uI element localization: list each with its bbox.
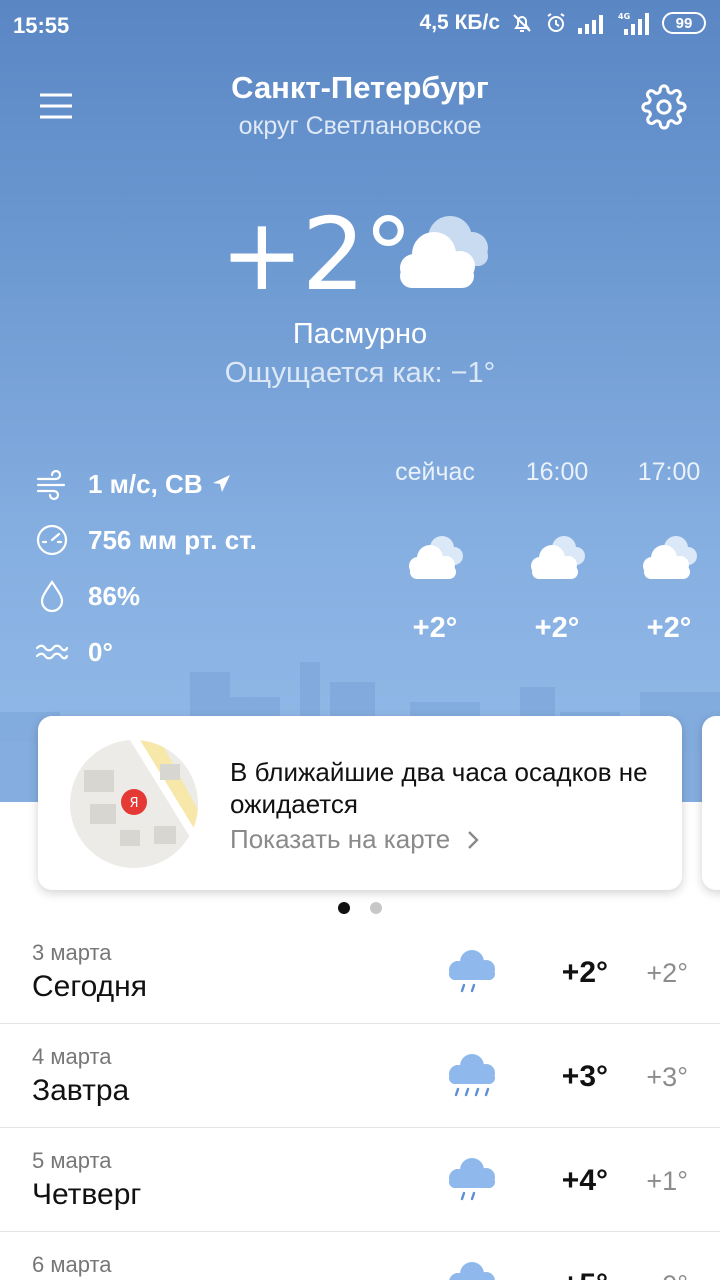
weather-params: 1 м/с, СВ 756 мм рт. ст. 86% 0° bbox=[34, 456, 257, 680]
day-name: Завтра bbox=[32, 1074, 130, 1107]
status-bar: 15:55 4,5 КБ/с 4G 99 bbox=[0, 0, 720, 50]
pressure-value: 756 мм рт. ст. bbox=[88, 524, 257, 555]
day-min-temp: +3° bbox=[646, 1062, 688, 1092]
hourly-item[interactable]: 16:00 +2° bbox=[502, 458, 612, 645]
day-max-temp: +3° bbox=[561, 1060, 608, 1093]
pressure-param: 756 мм рт. ст. bbox=[34, 512, 257, 568]
forecast-day-row[interactable]: 6 марта +5° 0° bbox=[0, 1232, 720, 1280]
cloudy-icon bbox=[643, 536, 697, 579]
chevron-right-icon bbox=[468, 830, 479, 849]
signal-icon bbox=[578, 15, 603, 34]
wind-direction-icon bbox=[212, 475, 230, 492]
day-date: 6 марта bbox=[32, 1252, 112, 1277]
pager-dot[interactable] bbox=[370, 902, 382, 914]
wind-value: 1 м/с, СВ bbox=[88, 468, 203, 499]
forecast-day-row[interactable]: 5 марта Четверг +4° +1° bbox=[0, 1128, 720, 1232]
day-min-temp: +2° bbox=[646, 958, 688, 988]
district-name[interactable]: округ Светлановское bbox=[0, 112, 720, 141]
droplet-icon bbox=[40, 580, 64, 613]
hour-label: сейчас bbox=[395, 458, 475, 486]
hour-temperature: +2° bbox=[646, 612, 692, 644]
battery-level: 99 bbox=[675, 14, 693, 32]
current-temperature: +2° bbox=[220, 196, 413, 313]
water-waves-icon bbox=[35, 644, 69, 660]
hour-temperature: +2° bbox=[534, 612, 580, 644]
hour-label: 16:00 bbox=[525, 458, 589, 486]
day-name: Четверг bbox=[32, 1178, 142, 1211]
map-thumbnail[interactable]: Я bbox=[70, 740, 198, 868]
water-temp-value: 0° bbox=[88, 636, 113, 667]
forecast-day-row[interactable]: 4 марта Завтра +3° +3° bbox=[0, 1024, 720, 1128]
pressure-gauge-icon bbox=[36, 524, 68, 556]
day-name: Сегодня bbox=[32, 970, 147, 1003]
hour-label: 17:00 bbox=[637, 458, 701, 486]
show-on-map-link[interactable]: Показать на карте bbox=[230, 824, 480, 855]
signal-4g-icon: 4G bbox=[618, 12, 649, 35]
cloudy-icon bbox=[400, 216, 488, 288]
wind-icon bbox=[36, 469, 66, 501]
daily-forecast-list: 3 марта Сегодня +2° +2° 4 марта Завтра +… bbox=[0, 920, 720, 1280]
bell-off-icon bbox=[513, 14, 531, 32]
hour-temperature: +2° bbox=[412, 612, 458, 644]
day-max-temp: +2° bbox=[561, 956, 608, 989]
hourly-item[interactable]: сейчас +2° bbox=[380, 458, 490, 645]
show-on-map-label: Показать на карте bbox=[230, 824, 451, 854]
map-pin-letter: Я bbox=[129, 796, 138, 811]
city-name[interactable]: Санкт-Петербург bbox=[0, 70, 720, 106]
day-max-temp: +4° bbox=[561, 1164, 608, 1197]
humidity-value: 86% bbox=[88, 580, 141, 611]
day-date: 3 марта bbox=[32, 940, 112, 965]
hourly-item[interactable]: 17:00 +2° bbox=[614, 458, 720, 645]
pager-dots bbox=[0, 902, 720, 914]
feels-like: Ощущается как: −1° bbox=[224, 357, 496, 389]
wind-param: 1 м/с, СВ bbox=[34, 456, 257, 512]
nowcast-card[interactable]: Я В ближайшие два часа осадков не ожидае… bbox=[38, 716, 682, 890]
next-card-peek[interactable] bbox=[702, 716, 720, 890]
weather-condition: Пасмурно bbox=[292, 318, 428, 350]
cloudy-icon bbox=[409, 536, 463, 579]
status-time: 15:55 bbox=[13, 13, 70, 38]
day-min-temp: +1° bbox=[646, 1166, 688, 1196]
network-speed: 4,5 КБ/с bbox=[419, 11, 500, 34]
day-min-temp: 0° bbox=[662, 1270, 688, 1280]
battery-indicator: 99 bbox=[662, 12, 706, 34]
pager-dot-active[interactable] bbox=[338, 902, 350, 914]
forecast-day-row[interactable]: 3 марта Сегодня +2° +2° bbox=[0, 920, 720, 1024]
alarm-icon bbox=[547, 13, 565, 32]
cloudy-icon bbox=[531, 536, 585, 579]
rain-cloud-icon bbox=[449, 1158, 495, 1201]
nowcast-text: В ближайшие два часа осадков не ожидаетс… bbox=[230, 757, 648, 819]
hourly-forecast[interactable]: сейчас +2° 16:00 +2° 17:00 +2° bbox=[380, 458, 720, 668]
rain-cloud-icon bbox=[449, 1054, 495, 1097]
day-date: 4 марта bbox=[32, 1044, 112, 1069]
water-temp-param: 0° bbox=[34, 624, 257, 680]
gear-icon bbox=[641, 84, 687, 130]
day-date: 5 марта bbox=[32, 1148, 112, 1173]
humidity-param: 86% bbox=[34, 568, 257, 624]
svg-text:4G: 4G bbox=[618, 12, 630, 21]
rain-cloud-icon bbox=[449, 1262, 495, 1280]
day-max-temp: +5° bbox=[562, 1268, 608, 1280]
rain-cloud-icon bbox=[449, 950, 495, 993]
settings-button[interactable] bbox=[641, 84, 687, 130]
